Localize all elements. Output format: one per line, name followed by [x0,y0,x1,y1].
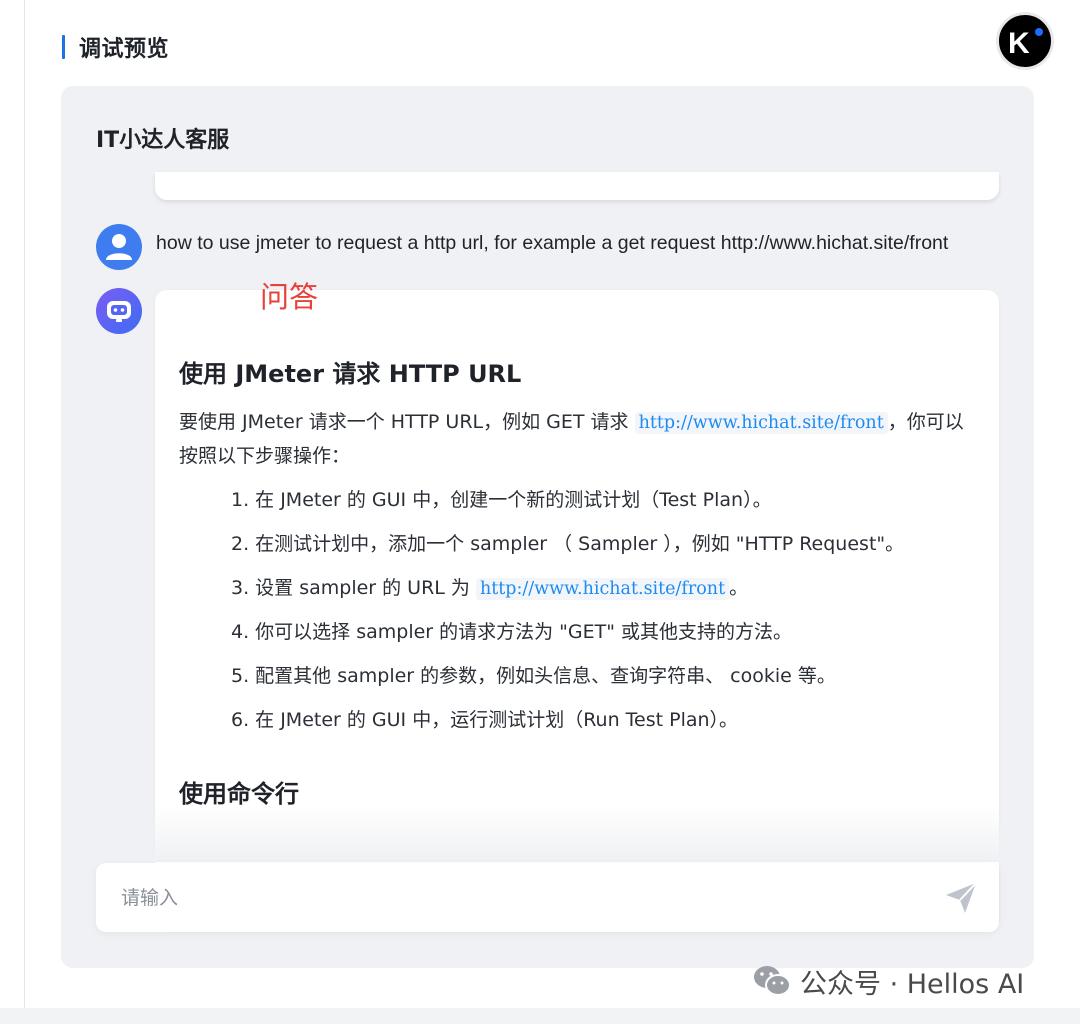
bot-name: IT小达人客服 [96,128,230,153]
chat-preview-panel: IT小达人客服 how to use jmeter to request a h… [61,86,1034,968]
message-input-box[interactable] [96,863,999,932]
code-url: http://www.hichat.site/front [634,412,888,434]
send-icon[interactable] [943,880,979,916]
user-avatar-icon [96,224,142,270]
svg-text:K: K [1008,27,1030,60]
bottom-band [0,1008,1080,1024]
previous-message-card [155,172,999,200]
code-url: http://www.hichat.site/front [475,578,730,600]
accent-bar [62,35,65,59]
list-item: 4. 你可以选择 sampler 的请求方法为 "GET" 或其他支持的方法。 [231,621,793,643]
section-header: 调试预览 [62,32,169,62]
answer-subheading: 使用命令行 [179,780,299,808]
list-item: 5. 配置其他 sampler 的参数，例如头信息、查询字符串、 cookie … [231,665,836,687]
watermark: 公众号 · Hellos AI [752,960,1024,1002]
list-item: 3. 设置 sampler 的 URL 为 http://www.hichat.… [231,577,749,600]
list-item: 2. 在测试计划中，添加一个 sampler （ Sampler ），例如 "H… [231,533,905,555]
user-message: how to use jmeter to request a http url,… [156,232,949,254]
left-divider [24,0,25,1010]
k-logo-icon: K [996,12,1054,70]
bot-avatar-icon [96,288,142,334]
message-input[interactable] [121,863,921,932]
scroll-fade [61,806,1034,862]
answer-heading: 使用 JMeter 请求 HTTP URL [179,360,522,388]
list-item: 6. 在 JMeter 的 GUI 中，运行测试计划（Run Test Plan… [231,709,739,731]
watermark-text: 公众号 · Hellos AI [800,968,1025,1000]
annotation-label: 问答 [260,280,319,314]
wechat-icon [754,966,791,996]
answer-intro: 要使用 JMeter 请求一个 HTTP URL，例如 GET 请求 http:… [179,411,964,467]
list-item: 1. 在 JMeter 的 GUI 中，创建一个新的测试计划（Test Plan… [231,489,772,511]
section-title: 调试预览 [79,37,170,62]
steps-list: 1. 在 JMeter 的 GUI 中，创建一个新的测试计划（Test Plan… [231,484,904,748]
